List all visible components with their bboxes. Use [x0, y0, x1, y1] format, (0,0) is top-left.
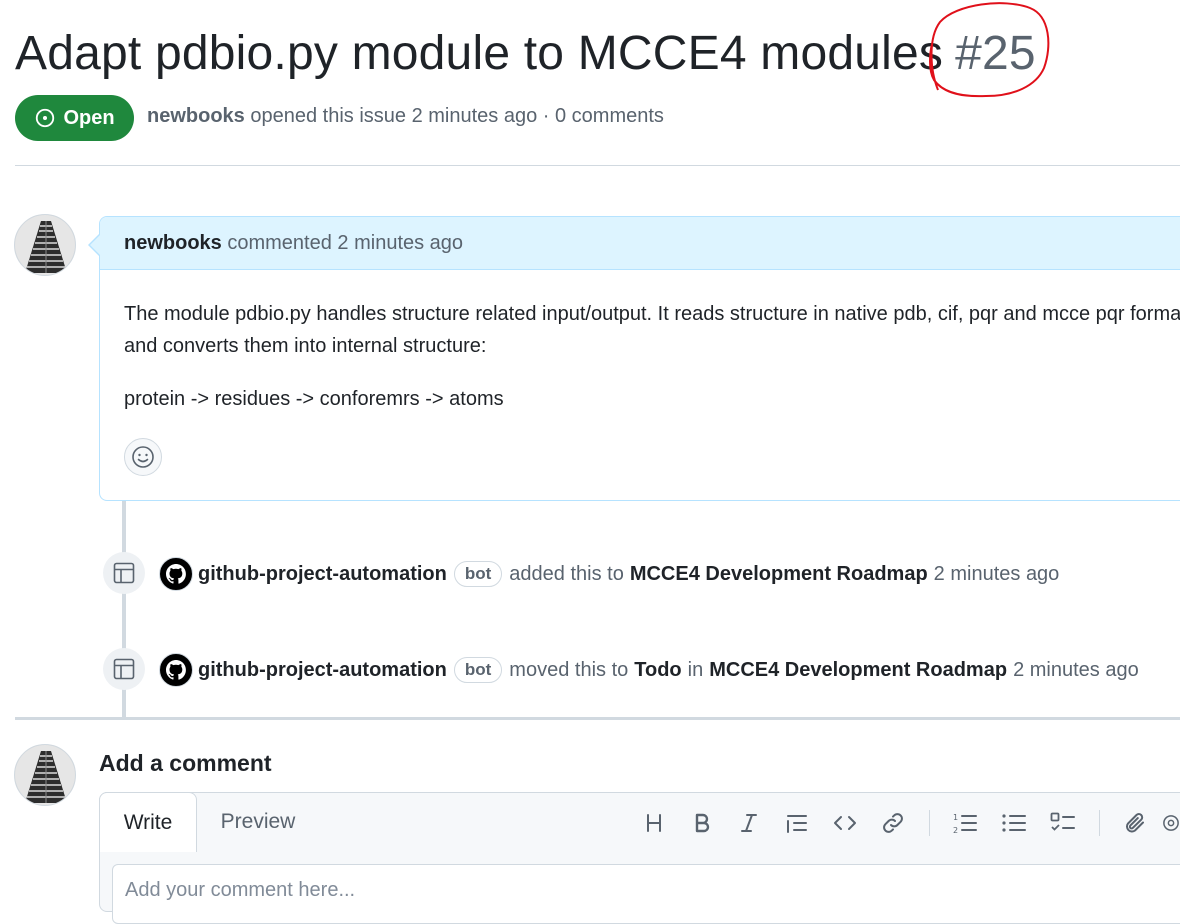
svg-text:2: 2 [953, 826, 958, 835]
comment-textarea[interactable]: Add your comment here... [112, 864, 1180, 924]
issue-title-text: Adapt pdbio.py module to MCCE4 modules [15, 27, 944, 80]
code-icon [834, 816, 856, 830]
timeline-event-added: github-project-automation bot added this… [159, 557, 1059, 591]
attach-icon [1126, 813, 1144, 833]
italic-button[interactable] [731, 805, 767, 841]
numbered-list-icon: 1 2 [953, 813, 977, 835]
link-icon [883, 813, 903, 833]
event-action: added this to [509, 562, 624, 585]
issue-meta-text: opened this issue 2 minutes ago · 0 comm… [250, 105, 664, 127]
bulleted-list-icon [1002, 814, 1026, 832]
comment-header-text: newbooks commented 2 minutes ago [124, 232, 463, 255]
italic-icon [741, 814, 757, 832]
comment-placeholder: Add your comment here... [125, 879, 356, 901]
quote-button[interactable] [779, 805, 815, 841]
comment-timestamp[interactable]: commented 2 minutes ago [227, 232, 463, 254]
task-list-icon [1050, 812, 1075, 831]
mention-icon [1163, 815, 1179, 831]
bot-avatar[interactable] [159, 557, 193, 591]
bot-avatar[interactable] [159, 653, 193, 687]
task-list-button[interactable] [1045, 805, 1081, 841]
avatar[interactable] [14, 744, 76, 806]
timeline-divider [15, 717, 1180, 720]
issue-title: Adapt pdbio.py module to MCCE4 modules #2… [15, 24, 1036, 84]
bold-button[interactable] [684, 805, 720, 841]
mention-button[interactable] [1162, 805, 1180, 841]
project-event-badge [103, 648, 145, 690]
comment-pointer-fill [90, 234, 101, 256]
bold-icon [695, 813, 710, 833]
toolbar-divider [929, 810, 930, 836]
github-octocat-icon [166, 660, 186, 680]
comment-body-paragraph: protein -> residues -> conforemrs -> ato… [124, 388, 504, 410]
numbered-list-button[interactable]: 1 2 [947, 805, 983, 841]
event-actor-link[interactable]: github-project-automation [198, 563, 447, 586]
event-action: moved this to [509, 658, 629, 681]
project-link[interactable]: MCCE4 Development Roadmap [630, 563, 928, 586]
event-connector: in [687, 658, 704, 681]
issue-author-link[interactable]: newbooks [147, 105, 245, 127]
code-button[interactable] [827, 805, 863, 841]
tab-write[interactable]: Write [99, 792, 197, 852]
tab-preview[interactable]: Preview [198, 792, 318, 852]
issue-state-badge: Open [15, 95, 134, 141]
avatar[interactable] [14, 214, 76, 276]
bulleted-list-button[interactable] [996, 805, 1032, 841]
event-time[interactable]: 2 minutes ago [1013, 659, 1139, 682]
project-link[interactable]: MCCE4 Development Roadmap [709, 659, 1007, 682]
event-time[interactable]: 2 minutes ago [934, 563, 1060, 586]
svg-text:1: 1 [953, 813, 958, 822]
quote-icon [787, 815, 807, 833]
project-table-icon [113, 658, 135, 680]
project-event-badge [103, 552, 145, 594]
heading-button[interactable] [636, 805, 672, 841]
issue-meta: newbooks opened this issue 2 minutes ago… [147, 105, 664, 128]
comment-body-paragraph: The module pdbio.py handles structure re… [124, 303, 1180, 357]
avatar-image [15, 215, 75, 275]
bot-label: bot [453, 657, 503, 683]
toolbar-divider [1099, 810, 1100, 836]
add-comment-heading: Add a comment [99, 750, 272, 776]
event-actor-link[interactable]: github-project-automation [198, 659, 447, 682]
project-table-icon [113, 562, 135, 584]
github-octocat-icon [166, 564, 186, 584]
heading-icon [647, 814, 661, 832]
bot-label: bot [453, 561, 503, 587]
avatar-image [15, 745, 75, 805]
add-reaction-button[interactable] [124, 438, 162, 476]
status-column-link[interactable]: Todo [634, 659, 681, 682]
comment-author-link[interactable]: newbooks [124, 232, 222, 254]
issue-number: #25 [955, 27, 1036, 80]
link-button[interactable] [875, 805, 911, 841]
issue-open-icon [36, 108, 55, 128]
attach-button[interactable] [1117, 805, 1153, 841]
issue-state-label: Open [63, 106, 115, 129]
timeline-event-moved: github-project-automation bot moved this… [159, 653, 1139, 687]
header-divider [15, 165, 1180, 166]
smiley-icon [132, 446, 154, 468]
